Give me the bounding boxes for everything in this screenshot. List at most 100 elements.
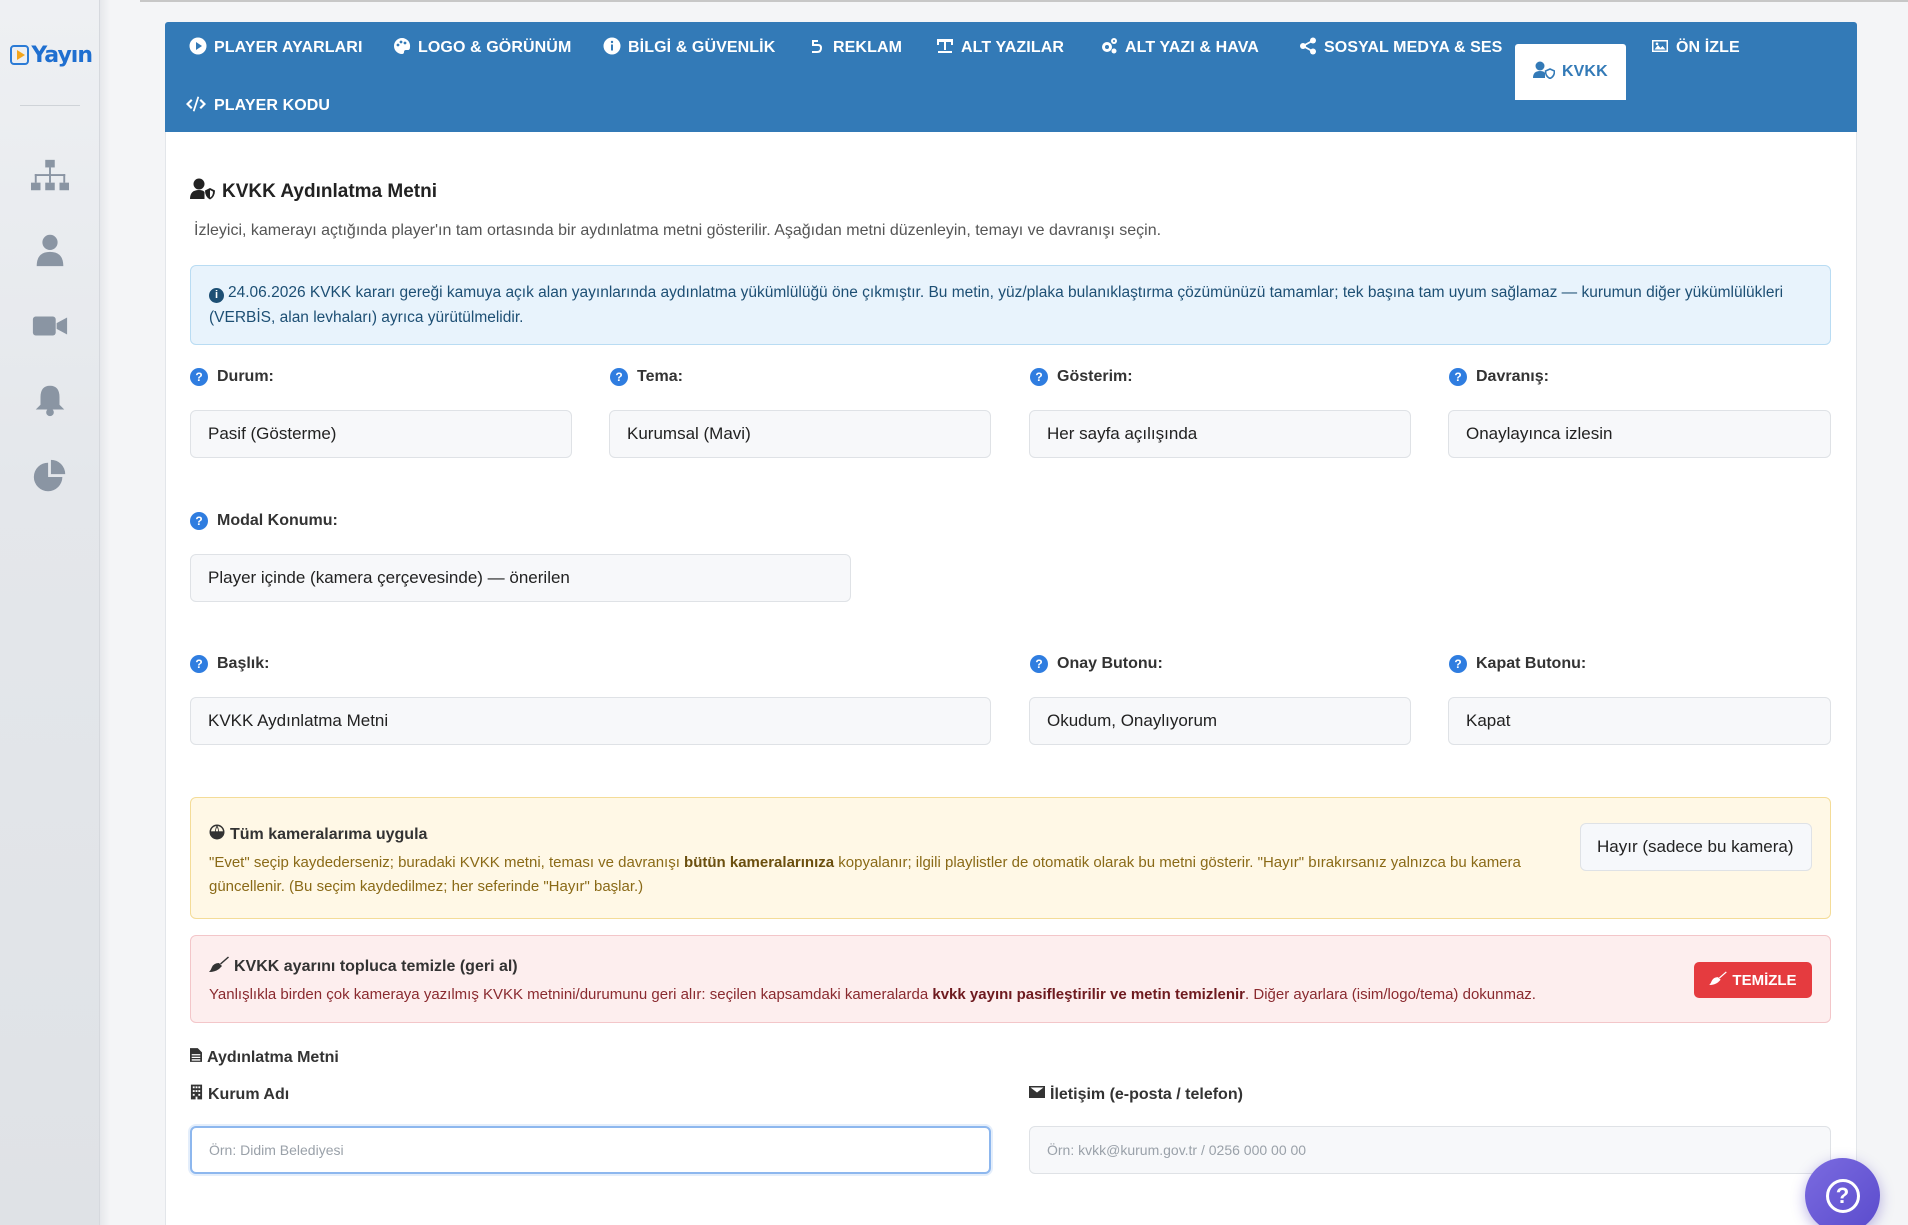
building-icon: [190, 1084, 208, 1105]
logo-mark-icon: [10, 45, 30, 65]
question-circle-icon[interactable]: ?: [190, 512, 208, 530]
bulk-clear-description: Yanlışlıkla birden çok kameraya yazılmış…: [209, 986, 1536, 1003]
baslik-input[interactable]: [190, 697, 991, 745]
sidebar-divider: [20, 105, 80, 106]
user-shield-icon: [1533, 61, 1562, 84]
bell-icon[interactable]: [30, 382, 70, 418]
apply-all-title: Tüm kameralarıma uygula: [209, 824, 427, 845]
question-circle-icon[interactable]: ?: [1030, 368, 1048, 386]
section-description: İzleyici, kamerayı açtığında player'ın t…: [194, 222, 1162, 239]
tab-label: ÖN İZLE: [1676, 39, 1740, 56]
gosterim-select[interactable]: Her sayfa açılışında: [1029, 410, 1411, 458]
top-border: [140, 0, 1908, 2]
durum-label: ? Durum:: [190, 368, 274, 386]
onay-butonu-input[interactable]: [1029, 697, 1411, 745]
video-camera-icon[interactable]: [30, 308, 70, 344]
apply-all-box: Tüm kameralarıma uygula "Evet" seçip kay…: [190, 797, 1831, 919]
envelope-icon: [1029, 1084, 1050, 1105]
apply-all-title-text: Tüm kameralarıma uygula: [230, 825, 428, 843]
tab-label: PLAYER KODU: [214, 97, 331, 114]
bulk-clear-text-1: Yanlışlıkla birden çok kameraya yazılmış…: [209, 986, 933, 1003]
question-circle-icon[interactable]: ?: [1030, 655, 1048, 673]
tab-label: PLAYER AYARLARI: [214, 39, 363, 56]
kapat-butonu-label-text: Kapat Butonu:: [1476, 655, 1587, 672]
brand-logo[interactable]: Yayın: [10, 40, 93, 70]
tab-on-izle[interactable]: ÖN İZLE: [1645, 22, 1746, 74]
settings-tabbar: PLAYER AYARLARI LOGO & GÖRÜNÜM BİLGİ & G…: [165, 22, 1857, 132]
tab-sosyal-medya-ses[interactable]: SOSYAL MEDYA & SES: [1293, 22, 1508, 74]
sidebar: Yayın: [0, 0, 100, 1225]
temizle-button[interactable]: TEMİZLE: [1694, 962, 1812, 998]
bulk-clear-box: KVKK ayarını topluca temizle (geri al) Y…: [190, 935, 1831, 1023]
kapat-butonu-input[interactable]: [1448, 697, 1831, 745]
play-circle-icon: [189, 37, 214, 60]
tab-logo-gorunum[interactable]: LOGO & GÖRÜNÜM: [387, 22, 577, 74]
info-circle-icon: [603, 37, 628, 60]
user-icon[interactable]: [30, 232, 70, 268]
bulk-clear-title: KVKK ayarını topluca temizle (geri al): [209, 956, 518, 977]
cogs-icon: [1100, 37, 1125, 60]
logo-text: Yayın: [31, 42, 93, 68]
tab-alt-yazilar[interactable]: ALT YAZILAR: [930, 22, 1070, 74]
iletisim-label: İletişim (e-posta / telefon): [1029, 1084, 1243, 1105]
modal-konumu-label-text: Modal Konumu:: [217, 512, 338, 529]
modal-konumu-select[interactable]: Player içinde (kamera çerçevesinde) — ön…: [190, 554, 851, 602]
onay-butonu-label-text: Onay Butonu:: [1057, 655, 1163, 672]
gosterim-label-text: Gösterim:: [1057, 368, 1133, 385]
sidebar-shadow: [100, 0, 110, 1225]
question-circle-icon[interactable]: ?: [610, 368, 628, 386]
davranis-select[interactable]: Onaylayınca izlesin: [1448, 410, 1831, 458]
kurum-adi-input[interactable]: [190, 1126, 991, 1174]
palette-icon: [393, 37, 418, 60]
baslik-label-text: Başlık:: [217, 655, 270, 672]
globe-icon: [209, 824, 230, 845]
apply-all-text-1: "Evet" seçip kaydederseniz; buradaki KVK…: [209, 854, 685, 871]
subtitle-icon: [936, 37, 961, 60]
tab-reklam[interactable]: REKLAM: [802, 22, 908, 74]
tab-player-kodu[interactable]: PLAYER KODU: [179, 80, 336, 132]
aydinlatma-metni-title-text: Aydınlatma Metni: [207, 1048, 339, 1066]
kurum-adi-label: Kurum Adı: [190, 1084, 289, 1105]
tema-label: ? Tema:: [610, 368, 683, 386]
tema-label-text: Tema:: [637, 368, 683, 385]
apply-all-description: "Evet" seçip kaydederseniz; buradaki KVK…: [209, 851, 1539, 899]
iletisim-label-text: İletişim (e-posta / telefon): [1050, 1085, 1243, 1103]
image-icon: [1651, 37, 1676, 60]
bulk-clear-title-text: KVKK ayarını topluca temizle (geri al): [234, 957, 518, 975]
pie-chart-icon[interactable]: [30, 458, 70, 494]
bulk-clear-text-bold: kvkk yayını pasifleştirilir ve metin tem…: [932, 986, 1246, 1003]
gosterim-label: ? Gösterim:: [1030, 368, 1133, 386]
code-icon: [185, 95, 214, 118]
info-alert-text: 24.06.2026 KVKK kararı gereği kamuya açı…: [209, 284, 1784, 326]
tab-bilgi-guvenlik[interactable]: BİLGİ & GÜVENLİK: [597, 22, 781, 74]
iletisim-input[interactable]: [1029, 1126, 1831, 1174]
tab-player-ayarlari[interactable]: PLAYER AYARLARI: [183, 22, 369, 74]
broom-icon: [1709, 971, 1732, 989]
help-fab-button[interactable]: ?: [1805, 1158, 1880, 1225]
bulk-clear-text-2: . Diğer ayarlara (isim/logo/tema) dokunm…: [1245, 986, 1536, 1003]
sitemap-icon[interactable]: [30, 158, 70, 194]
apply-all-select[interactable]: Hayır (sadece bu kamera): [1580, 823, 1812, 871]
baslik-label: ? Başlık:: [190, 655, 269, 673]
question-circle-icon[interactable]: ?: [1449, 655, 1467, 673]
kurum-adi-label-text: Kurum Adı: [208, 1085, 290, 1103]
tab-alt-yazi-hava[interactable]: ALT YAZI & HAVA: [1094, 22, 1265, 74]
tab-label: LOGO & GÖRÜNÜM: [418, 39, 572, 56]
section-title-text: KVKK Aydınlatma Metni: [222, 181, 438, 202]
tab-kvkk[interactable]: KVKK: [1515, 44, 1626, 100]
davranis-label: ? Davranış:: [1449, 368, 1549, 386]
temizle-button-label: TEMİZLE: [1732, 971, 1797, 989]
modal-konumu-label: ? Modal Konumu:: [190, 512, 338, 530]
section-title: KVKK Aydınlatma Metni: [190, 178, 437, 206]
apply-all-text-bold: bütün kameralarınıza: [684, 854, 835, 871]
tema-select[interactable]: Kurumsal (Mavi): [609, 410, 991, 458]
info-alert: i 24.06.2026 KVKK kararı gereği kamuya aç…: [190, 265, 1831, 345]
davranis-label-text: Davranış:: [1476, 368, 1549, 385]
question-circle-icon[interactable]: ?: [1449, 368, 1467, 386]
durum-select[interactable]: Pasif (Gösterme): [190, 410, 572, 458]
question-circle-icon[interactable]: ?: [190, 368, 208, 386]
user-shield-icon: [190, 178, 222, 206]
durum-label-text: Durum:: [217, 368, 274, 385]
onay-butonu-label: ? Onay Butonu:: [1030, 655, 1163, 673]
question-circle-icon[interactable]: ?: [190, 655, 208, 673]
